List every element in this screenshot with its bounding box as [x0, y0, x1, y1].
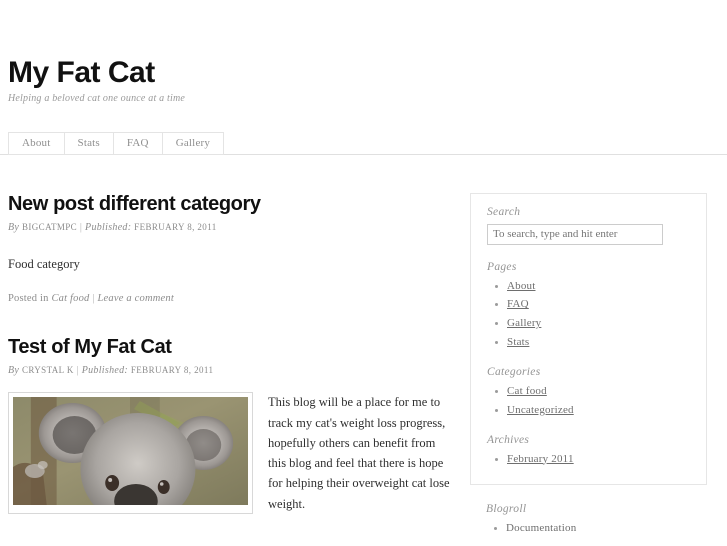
- post-paragraph: This blog will be a place for me to trac…: [268, 395, 450, 511]
- list-item[interactable]: Gallery: [487, 316, 690, 331]
- post-category-link[interactable]: Cat food: [51, 293, 89, 304]
- site-title[interactable]: My Fat Cat: [8, 57, 719, 89]
- page-link-gallery[interactable]: Gallery: [507, 317, 541, 329]
- widget-title-pages: Pages: [487, 260, 517, 273]
- koala-photo: [13, 397, 248, 506]
- nav-menu: About Stats FAQ Gallery: [8, 131, 719, 155]
- post-meta: By BIGCATMPC | Published: February 8, 20…: [8, 222, 450, 233]
- nav-item-gallery[interactable]: Gallery: [161, 131, 225, 155]
- nav-item-faq[interactable]: FAQ: [112, 131, 162, 155]
- list-item[interactable]: Cat food: [487, 384, 690, 399]
- post-columns: This blog will be a place for me to trac…: [8, 392, 450, 514]
- widget-pages: Pages About FAQ Gallery Stats: [487, 261, 690, 350]
- page-link-faq[interactable]: FAQ: [507, 298, 529, 310]
- widget-title-archives: Archives: [487, 433, 530, 446]
- category-link-uncategorized[interactable]: Uncategorized: [507, 404, 574, 416]
- categories-list: Cat food Uncategorized: [487, 384, 690, 418]
- page-link-stats[interactable]: Stats: [507, 336, 529, 348]
- widget-title-categories: Categories: [487, 365, 541, 378]
- post-body: Food category: [8, 256, 80, 271]
- list-item[interactable]: Uncategorized: [487, 403, 690, 418]
- pages-list: About FAQ Gallery Stats: [487, 279, 690, 350]
- nav-item-stats[interactable]: Stats: [63, 131, 113, 155]
- blog-page: My Fat Cat Helping a beloved cat one oun…: [0, 0, 727, 545]
- post-title[interactable]: New post different category: [8, 193, 450, 216]
- meta-separator: |: [76, 365, 79, 377]
- blogroll-list: Documentation: [486, 521, 691, 536]
- footer-separator: |: [92, 293, 95, 305]
- published-label: Published:: [85, 221, 132, 233]
- archive-link-february-2011[interactable]: February 2011: [507, 453, 574, 465]
- post-figure: [8, 392, 253, 514]
- posted-in-label: Posted in: [8, 293, 49, 305]
- widget-title-blogroll: Blogroll: [486, 503, 527, 516]
- widget-search: Search: [487, 206, 690, 245]
- list-item[interactable]: Documentation: [486, 521, 691, 536]
- byline-label: By: [8, 221, 20, 233]
- site-header: My Fat Cat Helping a beloved cat one oun…: [8, 0, 719, 104]
- post-entry: Test of My Fat Cat By CRYSTAL K | Publis…: [8, 336, 450, 514]
- search-input[interactable]: [487, 223, 663, 245]
- list-item[interactable]: About: [487, 279, 690, 294]
- nav-item-about[interactable]: About: [8, 131, 64, 155]
- list-item[interactable]: Stats: [487, 335, 690, 350]
- list-item[interactable]: February 2011: [487, 452, 690, 467]
- post-date: February 8, 2011: [134, 221, 217, 232]
- post-entry: New post different category By BIGCATMPC…: [8, 193, 450, 305]
- sidebar-widget-box: Search Pages About FAQ Gallery Stats Cat…: [470, 192, 707, 486]
- primary-navigation: About Stats FAQ Gallery: [0, 131, 727, 155]
- page-link-about[interactable]: About: [507, 280, 536, 292]
- post-meta: By CRYSTAL K | Published: February 8, 20…: [8, 365, 450, 376]
- sidebar: Search Pages About FAQ Gallery Stats Cat…: [470, 192, 707, 546]
- post-author[interactable]: BIGCATMPC: [22, 222, 77, 232]
- widget-blogroll: Blogroll Documentation: [470, 503, 707, 536]
- meta-separator: |: [79, 221, 83, 233]
- widget-archives: Archives February 2011: [487, 434, 690, 467]
- nav-link-gallery[interactable]: Gallery: [163, 133, 223, 154]
- widget-title-search: Search: [487, 205, 521, 218]
- widget-categories: Categories Cat food Uncategorized: [487, 366, 690, 418]
- nav-link-stats[interactable]: Stats: [65, 133, 113, 154]
- post-text: This blog will be a place for me to trac…: [268, 392, 450, 514]
- nav-link-about[interactable]: About: [9, 133, 64, 154]
- content-wrapper: New post different category By BIGCATMPC…: [8, 192, 719, 546]
- main-content: New post different category By BIGCATMPC…: [8, 193, 470, 546]
- post-title[interactable]: Test of My Fat Cat: [8, 336, 450, 359]
- blogroll-link-documentation[interactable]: Documentation: [506, 522, 576, 534]
- category-link-cat-food[interactable]: Cat food: [507, 385, 547, 397]
- post-footer: Posted in Cat food | Leave a comment: [8, 293, 450, 304]
- post-author[interactable]: CRYSTAL K: [22, 365, 74, 375]
- byline-label: By: [8, 365, 20, 377]
- list-item[interactable]: FAQ: [487, 297, 690, 312]
- site-description: Helping a beloved cat one ounce at a tim…: [8, 92, 186, 104]
- archives-list: February 2011: [487, 452, 690, 467]
- nav-link-faq[interactable]: FAQ: [114, 133, 162, 154]
- leave-comment-link[interactable]: Leave a comment: [97, 293, 173, 304]
- post-date: February 8, 2011: [130, 365, 214, 376]
- published-label: Published:: [81, 365, 129, 377]
